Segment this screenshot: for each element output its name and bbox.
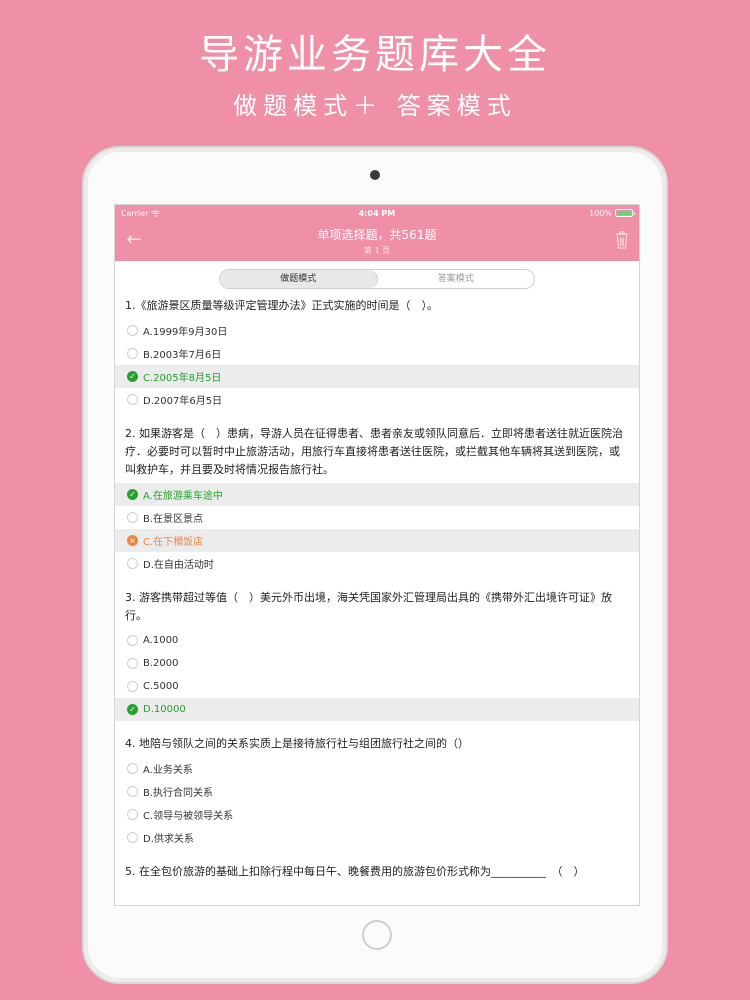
option-label: B.2003年7月6日 [143,350,222,361]
promo-title: 导游业务题库大全 [199,32,551,78]
option-label: D.在自由活动时 [143,560,214,571]
radio-circle-icon [127,681,138,692]
answer-option[interactable]: ✓ C.2005年8月5日 [115,365,639,388]
radio-circle-icon [127,786,138,797]
nav-title: 单项选择题，共561题 [317,228,437,242]
question-item: 3. 游客携带超过等值（ ）美元外币出境，海关凭国家外汇管理局出具的《携带外汇出… [115,589,639,721]
radio-circle-icon [127,325,138,336]
answer-option[interactable]: D.供求关系 [121,826,633,849]
question-item: 5. 在全包价旅游的基础上扣除行程中每日午、晚餐费用的旅游包价形式称为_____… [121,863,633,881]
radio-circle-icon [127,512,138,523]
question-text: 4. 地陪与领队之间的关系实质上是接待旅行社与组团旅行社之间的（） [125,737,469,750]
check-icon: ✓ [127,704,138,715]
option-label: B.在景区景点 [143,514,204,525]
answer-option[interactable]: ✓ D.10000 [115,698,639,721]
option-label: C.在下榻饭店 [143,537,204,548]
check-icon: ✓ [127,489,138,500]
answer-option[interactable]: D.在自由活动时 [121,552,633,575]
answer-option[interactable]: C.5000 [121,675,633,698]
option-label: C.领导与被领导关系 [143,811,234,822]
option-label: D.2007年6月5日 [143,396,223,407]
question-item: 1.《旅游景区质量等级评定管理办法》正式实施的时间是（ ）。 A.1999年9月3… [115,297,639,411]
answer-option[interactable]: B.执行合同关系 [121,780,633,803]
back-arrow-icon[interactable]: ← [123,229,145,251]
cross-icon: × [127,535,138,546]
question-text: 3. 游客携带超过等值（ ）美元外币出境，海关凭国家外汇管理局出具的《携带外汇出… [125,591,612,622]
radio-circle-icon [127,394,138,405]
battery-percent: 100% [589,208,612,218]
radio-circle-icon [127,635,138,646]
answer-option[interactable]: B.2003年7月6日 [121,342,633,365]
home-button[interactable] [362,920,392,950]
check-icon: ✓ [127,371,138,382]
camera-icon [370,170,380,180]
answer-option[interactable]: C.领导与被领导关系 [121,803,633,826]
answer-option[interactable]: A.1999年9月30日 [121,319,633,342]
tab-answer-mode[interactable]: 答案模式 [378,270,535,288]
option-label: C.5000 [143,681,179,692]
option-label: C.2005年8月5日 [143,373,222,384]
battery-icon [615,209,635,217]
radio-circle-icon [127,763,138,774]
option-label: A.1999年9月30日 [143,327,228,338]
option-label: A.业务关系 [143,765,193,776]
nav-page-indicator: 第 1 页 [363,246,391,255]
app-screen: Carrier 4:04 PM 100% ← 单项选择题，共561题 第 1 页 [114,204,640,906]
promo-subtitle: 做题模式＋ 答案模式 [233,92,517,120]
trash-icon[interactable] [615,231,629,249]
status-bar: Carrier 4:04 PM 100% [115,205,639,221]
answer-option[interactable]: × C.在下榻饭店 [115,529,639,552]
question-item: 2. 如果游客是（ ）患病，导游人员在征得患者、患者亲友或领队同意后．立即将患者… [115,425,639,575]
answer-option[interactable]: B.2000 [121,652,633,675]
radio-circle-icon [127,348,138,359]
answer-option[interactable]: A.1000 [121,629,633,652]
answer-option[interactable]: D.2007年6月5日 [121,388,633,411]
option-label: B.2000 [143,658,179,669]
tab-practice-mode[interactable]: 做题模式 [220,270,378,288]
answer-option[interactable]: A.业务关系 [121,757,633,780]
question-item: 4. 地陪与领队之间的关系实质上是接待旅行社与组团旅行社之间的（） A.业务关系 B… [121,735,633,849]
option-label: A.1000 [143,635,179,646]
question-text: 5. 在全包价旅游的基础上扣除行程中每日午、晚餐费用的旅游包价形式称为_____… [125,865,585,878]
radio-circle-icon [127,832,138,843]
status-time: 4:04 PM [358,208,396,218]
ipad-frame: Carrier 4:04 PM 100% ← 单项选择题，共561题 第 1 页 [82,146,668,984]
option-label: D.10000 [143,704,186,715]
option-label: B.执行合同关系 [143,788,214,799]
mode-segmented-control: 做题模式 答案模式 [219,269,535,289]
question-text: 1.《旅游景区质量等级评定管理办法》正式实施的时间是（ ）。 [125,299,438,312]
carrier-label: Carrier [121,208,149,218]
radio-circle-icon [127,558,138,569]
navigation-bar: ← 单项选择题，共561题 第 1 页 [115,221,639,261]
option-label: D.供求关系 [143,834,194,845]
answer-option[interactable]: ✓ A.在旅游乘车途中 [115,483,639,506]
answer-option[interactable]: B.在景区景点 [121,506,633,529]
radio-circle-icon [127,658,138,669]
question-text: 2. 如果游客是（ ）患病，导游人员在征得患者、患者亲友或领队同意后．立即将患者… [125,427,623,476]
radio-circle-icon [127,809,138,820]
option-label: A.在旅游乘车途中 [143,491,223,502]
question-list: 1.《旅游景区质量等级评定管理办法》正式实施的时间是（ ）。 A.1999年9月3… [115,297,639,881]
wifi-icon [151,209,161,217]
